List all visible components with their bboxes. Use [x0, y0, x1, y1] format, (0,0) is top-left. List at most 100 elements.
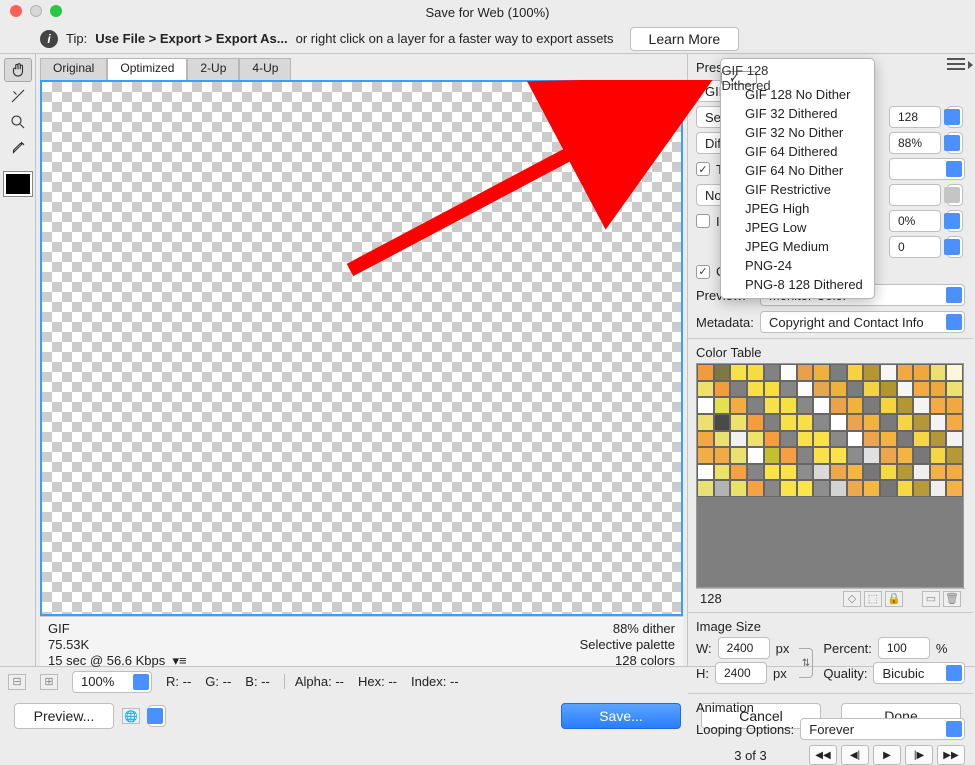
color-cell[interactable] [714, 431, 731, 448]
preset-option[interactable]: JPEG High [721, 199, 874, 218]
color-cell[interactable] [747, 480, 764, 497]
color-cell[interactable] [913, 480, 930, 497]
color-cell[interactable] [714, 381, 731, 398]
color-cell[interactable] [764, 397, 781, 414]
sb-icon-2[interactable]: ⊞ [40, 674, 58, 690]
color-cell[interactable] [830, 364, 847, 381]
prev-frame[interactable]: ◀| [841, 745, 869, 765]
color-cell[interactable] [697, 464, 714, 481]
color-cell[interactable] [813, 464, 830, 481]
color-cell[interactable] [747, 414, 764, 431]
color-cell[interactable] [780, 381, 797, 398]
color-cell[interactable] [747, 447, 764, 464]
color-cell[interactable] [830, 447, 847, 464]
color-cell[interactable] [764, 464, 781, 481]
color-cell[interactable] [913, 431, 930, 448]
color-cell[interactable] [880, 364, 897, 381]
color-cell[interactable] [847, 364, 864, 381]
width-input[interactable]: 2400 [718, 637, 770, 659]
browser-icon[interactable]: 🌐 [122, 708, 140, 724]
hand-tool[interactable] [4, 58, 32, 82]
tab-4up[interactable]: 4-Up [239, 58, 291, 80]
last-frame[interactable]: ▶▶ [937, 745, 965, 765]
color-cell[interactable] [764, 381, 781, 398]
color-cell[interactable] [697, 414, 714, 431]
color-cell[interactable] [863, 397, 880, 414]
browser-select[interactable] [148, 705, 166, 727]
preset-dropdown[interactable]: GIF 128 DitheredGIF 128 No DitherGIF 32 … [720, 58, 875, 299]
color-cell[interactable] [930, 364, 947, 381]
color-cell[interactable] [714, 464, 731, 481]
color-cell[interactable] [714, 480, 731, 497]
sb-icon-1[interactable]: ⊟ [8, 674, 26, 690]
color-cell[interactable] [813, 414, 830, 431]
color-cell[interactable] [930, 447, 947, 464]
color-cell[interactable] [797, 397, 814, 414]
color-cell[interactable] [897, 480, 914, 497]
color-cell[interactable] [697, 364, 714, 381]
percent-input[interactable]: 100 [878, 637, 930, 659]
color-cell[interactable] [730, 480, 747, 497]
color-cell[interactable] [946, 414, 963, 431]
preset-option[interactable]: PNG-24 [721, 256, 874, 275]
color-cell[interactable] [830, 431, 847, 448]
color-cell[interactable] [897, 364, 914, 381]
color-cell[interactable] [714, 364, 731, 381]
color-cell[interactable] [764, 447, 781, 464]
color-cell[interactable] [730, 431, 747, 448]
dither-stepper[interactable] [947, 132, 963, 154]
color-cell[interactable] [880, 381, 897, 398]
websnap-input[interactable]: 0% [889, 210, 941, 232]
colors-input[interactable]: 128 [889, 106, 941, 128]
color-cell[interactable] [847, 447, 864, 464]
color-cell[interactable] [930, 414, 947, 431]
color-cell[interactable] [797, 431, 814, 448]
dither-input[interactable]: 88% [889, 132, 941, 154]
color-cell[interactable] [930, 397, 947, 414]
color-cell[interactable] [730, 414, 747, 431]
tab-original[interactable]: Original [40, 58, 107, 80]
color-cell[interactable] [880, 414, 897, 431]
color-cell[interactable] [714, 447, 731, 464]
color-cell[interactable] [880, 480, 897, 497]
color-cell[interactable] [830, 397, 847, 414]
color-cell[interactable] [863, 364, 880, 381]
color-cell[interactable] [946, 381, 963, 398]
color-cell[interactable] [946, 447, 963, 464]
color-cell[interactable] [780, 447, 797, 464]
color-cell[interactable] [946, 480, 963, 497]
websnap-stepper[interactable] [947, 210, 963, 232]
color-cell[interactable] [714, 414, 731, 431]
color-cell[interactable] [797, 447, 814, 464]
preset-option[interactable]: JPEG Medium [721, 237, 874, 256]
color-cell[interactable] [930, 381, 947, 398]
preset-option[interactable]: PNG-8 128 Dithered [721, 275, 874, 294]
color-cell[interactable] [747, 397, 764, 414]
color-cell[interactable] [830, 464, 847, 481]
looping-select[interactable]: Forever [800, 718, 965, 740]
ct-new-icon[interactable]: ▭ [922, 591, 940, 607]
color-cell[interactable] [847, 381, 864, 398]
color-table[interactable] [696, 363, 964, 588]
ct-icon-1[interactable]: ◇ [843, 591, 861, 607]
color-cell[interactable] [697, 381, 714, 398]
color-cell[interactable] [797, 480, 814, 497]
color-cell[interactable] [897, 431, 914, 448]
eyedropper-tool[interactable] [4, 136, 32, 160]
ct-icon-2[interactable]: ⬚ [864, 591, 882, 607]
panel-menu-icon[interactable] [947, 58, 965, 70]
tab-2up[interactable]: 2-Up [187, 58, 239, 80]
preset-option[interactable]: GIF Restrictive [721, 180, 874, 199]
color-cell[interactable] [780, 464, 797, 481]
color-cell[interactable] [730, 464, 747, 481]
color-cell[interactable] [797, 464, 814, 481]
link-icon[interactable]: ⇅ [799, 648, 813, 678]
save-button[interactable]: Save... [561, 703, 681, 729]
color-cell[interactable] [913, 447, 930, 464]
lossy-stepper[interactable] [947, 236, 963, 258]
color-cell[interactable] [880, 464, 897, 481]
color-cell[interactable] [697, 480, 714, 497]
preset-option[interactable]: GIF 128 Dithered [721, 71, 757, 85]
color-cell[interactable] [697, 397, 714, 414]
color-cell[interactable] [847, 431, 864, 448]
